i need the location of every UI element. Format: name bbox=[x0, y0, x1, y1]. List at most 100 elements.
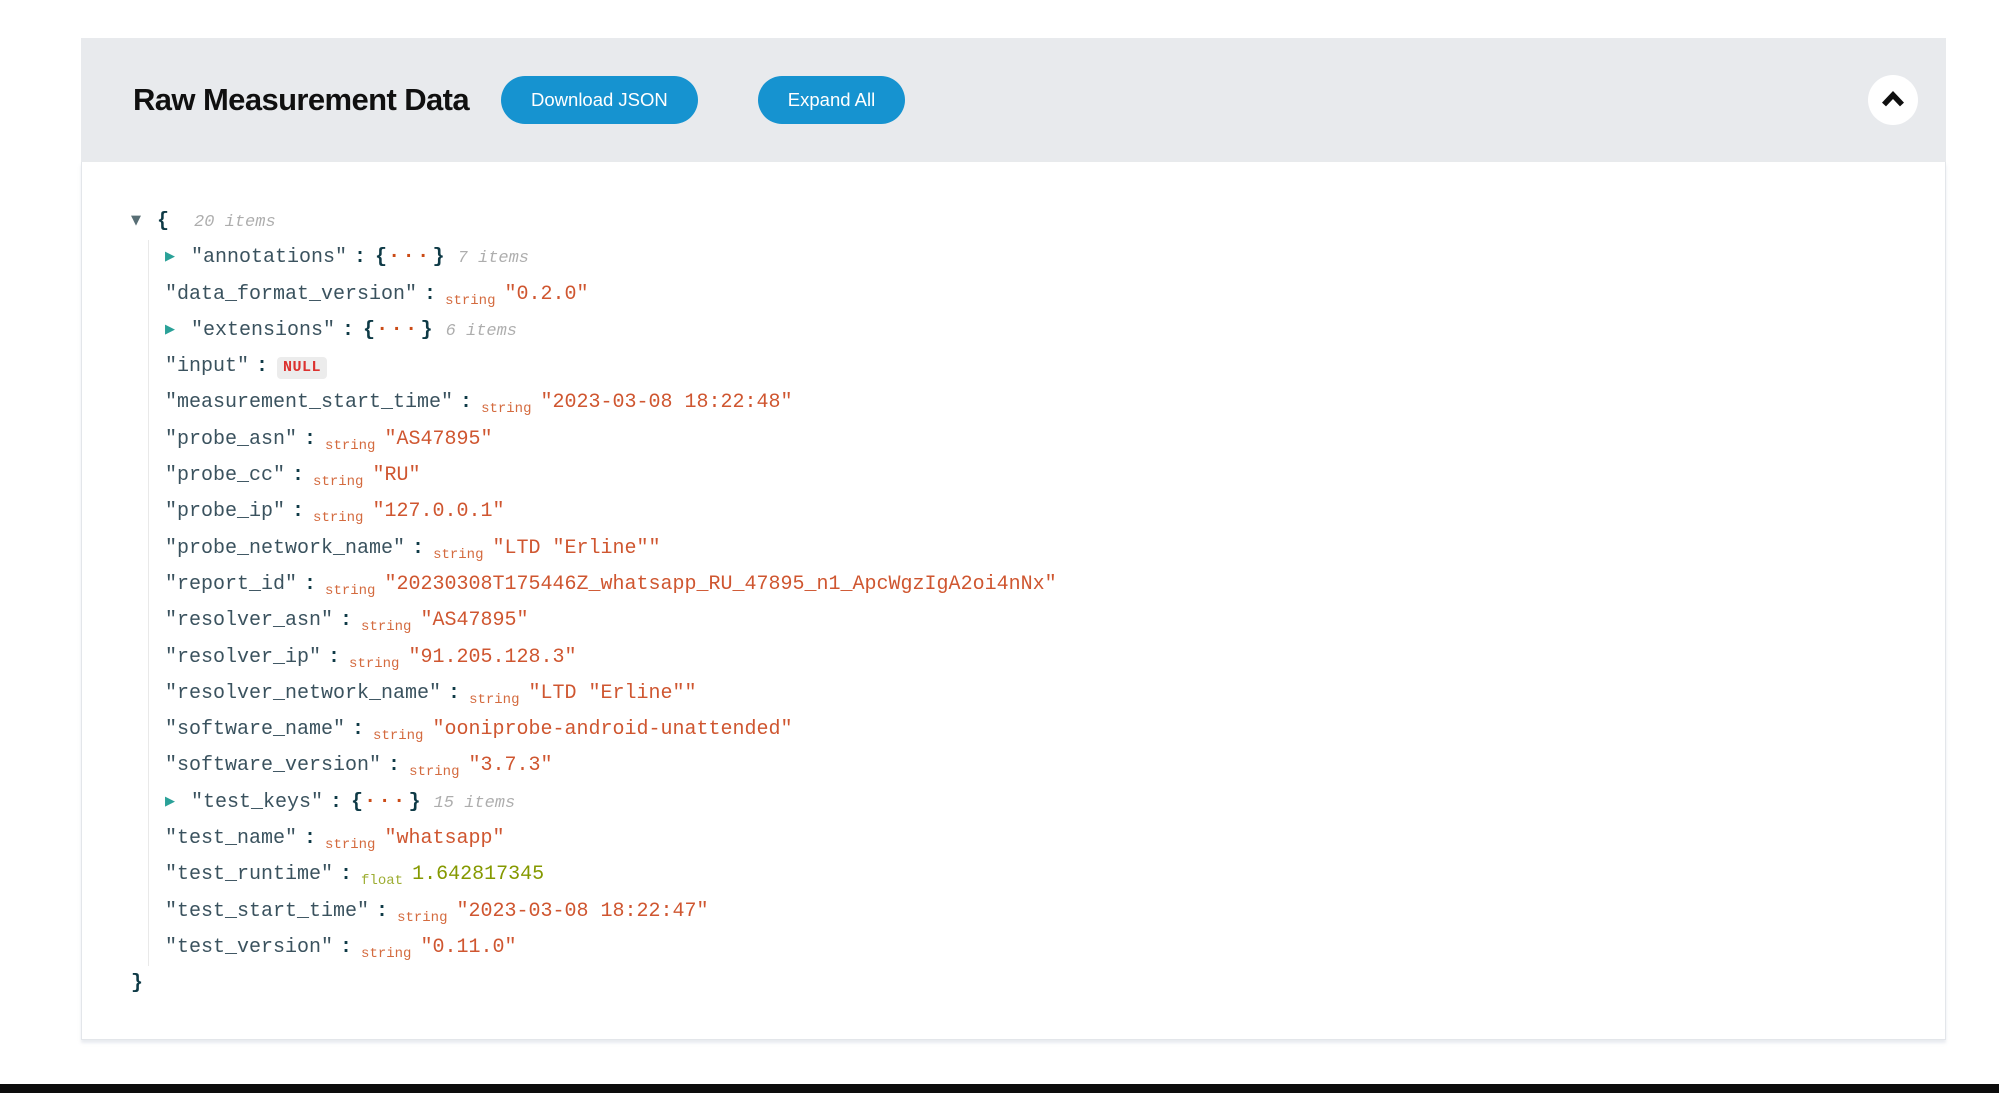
json-value: "AS47895" bbox=[420, 609, 528, 632]
root-item-count: 20 items bbox=[194, 213, 276, 232]
json-key: "test_name" bbox=[165, 827, 297, 850]
json-row-test_name: "test_name":string"whatsapp" bbox=[165, 821, 1925, 857]
json-row-test_runtime: "test_runtime":float1.642817345 bbox=[165, 857, 1925, 893]
json-key: "resolver_network_name" bbox=[165, 682, 441, 705]
json-key: "annotations" bbox=[191, 246, 347, 269]
expand-all-button[interactable]: Expand All bbox=[758, 76, 905, 124]
raw-measurement-panel: Raw Measurement Data Download JSON Expan… bbox=[81, 38, 1946, 1040]
json-key: "probe_network_name" bbox=[165, 537, 405, 560]
download-json-button[interactable]: Download JSON bbox=[501, 76, 698, 124]
json-close-row: } bbox=[131, 966, 1925, 1002]
type-label: string bbox=[361, 619, 411, 635]
bottom-bar bbox=[0, 1084, 1999, 1093]
json-row-test_start_time: "test_start_time":string"2023-03-08 18:2… bbox=[165, 894, 1925, 930]
json-key: "software_name" bbox=[165, 718, 345, 741]
collapsed-object[interactable]: {...} bbox=[363, 319, 433, 342]
json-key: "resolver_ip" bbox=[165, 646, 321, 669]
json-value: "0.11.0" bbox=[420, 936, 516, 959]
item-count: 6 items bbox=[446, 322, 517, 341]
colon: : bbox=[460, 391, 472, 414]
colon: : bbox=[340, 609, 352, 632]
colon: : bbox=[448, 682, 460, 705]
colon: : bbox=[354, 246, 366, 269]
item-count: 15 items bbox=[434, 794, 516, 813]
json-row-resolver_asn: "resolver_asn": string "AS47895" bbox=[165, 603, 1925, 639]
colon: : bbox=[342, 319, 354, 342]
type-label: string bbox=[325, 583, 375, 599]
json-value: "20230308T175446Z_whatsapp_RU_47895_n1_A… bbox=[384, 573, 1056, 596]
json-value: "2023-03-08 18:22:47" bbox=[456, 900, 708, 923]
json-key: "resolver_asn" bbox=[165, 609, 333, 632]
item-count: 7 items bbox=[458, 249, 529, 268]
json-row-resolver_network_name: "resolver_network_name":string"LTD "Erli… bbox=[165, 676, 1925, 712]
json-key: "probe_ip" bbox=[165, 500, 285, 523]
json-value: "91.205.128.3" bbox=[408, 646, 576, 669]
type-label: string bbox=[481, 401, 531, 417]
json-key: "test_version" bbox=[165, 936, 333, 959]
json-value: 1.642817345 bbox=[412, 863, 544, 886]
json-key: "report_id" bbox=[165, 573, 297, 596]
json-value: "2023-03-08 18:22:48" bbox=[540, 391, 792, 414]
json-value: "AS47895" bbox=[384, 428, 492, 451]
colon: : bbox=[304, 573, 316, 596]
colon: : bbox=[328, 646, 340, 669]
json-row-input: "input": NULL bbox=[165, 349, 1925, 385]
colon: : bbox=[304, 428, 316, 451]
json-key: "software_version" bbox=[165, 754, 381, 777]
type-label: string bbox=[313, 474, 363, 490]
collapse-arrow-icon[interactable]: ▼ bbox=[131, 203, 157, 239]
json-row-probe_ip: "probe_ip": string "127.0.0.1" bbox=[165, 494, 1925, 530]
type-label: string bbox=[433, 547, 483, 563]
json-row-data_format_version: "data_format_version": string "0.2.0" bbox=[165, 277, 1925, 313]
json-rows: ▶"annotations":{...}7 items"data_format_… bbox=[148, 240, 1925, 966]
collapse-section-button[interactable] bbox=[1868, 75, 1918, 125]
json-row-software_name: "software_name": string "ooniprobe-android… bbox=[165, 712, 1925, 748]
json-key: "test_start_time" bbox=[165, 900, 369, 923]
json-row-software_version: "software_version":string"3.7.3" bbox=[165, 748, 1925, 784]
type-label: string bbox=[373, 728, 423, 744]
colon: : bbox=[256, 355, 268, 378]
json-value: "whatsapp" bbox=[384, 827, 504, 850]
type-label: string bbox=[361, 946, 411, 962]
json-row-report_id: "report_id": string "20230308T175446Z_what… bbox=[165, 567, 1925, 603]
chevron-up-icon bbox=[1880, 87, 1906, 113]
null-badge: NULL bbox=[277, 357, 327, 379]
json-key: "data_format_version" bbox=[165, 283, 417, 306]
json-key: "probe_cc" bbox=[165, 464, 285, 487]
json-value: "ooniprobe-android-unattended" bbox=[432, 718, 792, 741]
colon: : bbox=[424, 283, 436, 306]
type-label: string bbox=[445, 293, 495, 309]
json-root-row[interactable]: ▼{ 20 items bbox=[131, 204, 1925, 240]
json-key: "measurement_start_time" bbox=[165, 391, 453, 414]
json-row-resolver_ip: "resolver_ip":string"91.205.128.3" bbox=[165, 640, 1925, 676]
json-key: "input" bbox=[165, 355, 249, 378]
type-label: string bbox=[325, 438, 375, 454]
colon: : bbox=[330, 791, 342, 814]
json-key: "test_runtime" bbox=[165, 863, 333, 886]
panel-header: Raw Measurement Data Download JSON Expan… bbox=[81, 38, 1946, 162]
type-label: string bbox=[313, 510, 363, 526]
json-row-measurement_start_time: "measurement_start_time": string "2023-03-… bbox=[165, 385, 1925, 421]
json-value: "LTD "Erline"" bbox=[528, 682, 696, 705]
json-row-probe_network_name: "probe_network_name":string"LTD "Erline"… bbox=[165, 531, 1925, 567]
json-key: "probe_asn" bbox=[165, 428, 297, 451]
close-brace: } bbox=[131, 972, 143, 995]
json-row-annotations[interactable]: ▶"annotations": {...} 7 items bbox=[165, 240, 1925, 276]
colon: : bbox=[292, 464, 304, 487]
colon: : bbox=[292, 500, 304, 523]
json-value: "127.0.0.1" bbox=[372, 500, 504, 523]
collapsed-object[interactable]: {...} bbox=[375, 246, 445, 269]
json-value: "LTD "Erline"" bbox=[492, 537, 660, 560]
type-label: string bbox=[397, 910, 447, 926]
expand-arrow-icon[interactable]: ▶ bbox=[165, 239, 191, 275]
json-row-probe_asn: "probe_asn": string "AS47895" bbox=[165, 422, 1925, 458]
json-value: "0.2.0" bbox=[504, 283, 588, 306]
json-key: "test_keys" bbox=[191, 791, 323, 814]
colon: : bbox=[352, 718, 364, 741]
collapsed-object[interactable]: {...} bbox=[351, 791, 421, 814]
json-row-test_keys[interactable]: ▶"test_keys": {...} 15 items bbox=[165, 785, 1925, 821]
json-row-extensions[interactable]: ▶"extensions":{...}6 items bbox=[165, 313, 1925, 349]
type-label: float bbox=[361, 873, 403, 889]
expand-arrow-icon[interactable]: ▶ bbox=[165, 312, 191, 348]
expand-arrow-icon[interactable]: ▶ bbox=[165, 784, 191, 820]
